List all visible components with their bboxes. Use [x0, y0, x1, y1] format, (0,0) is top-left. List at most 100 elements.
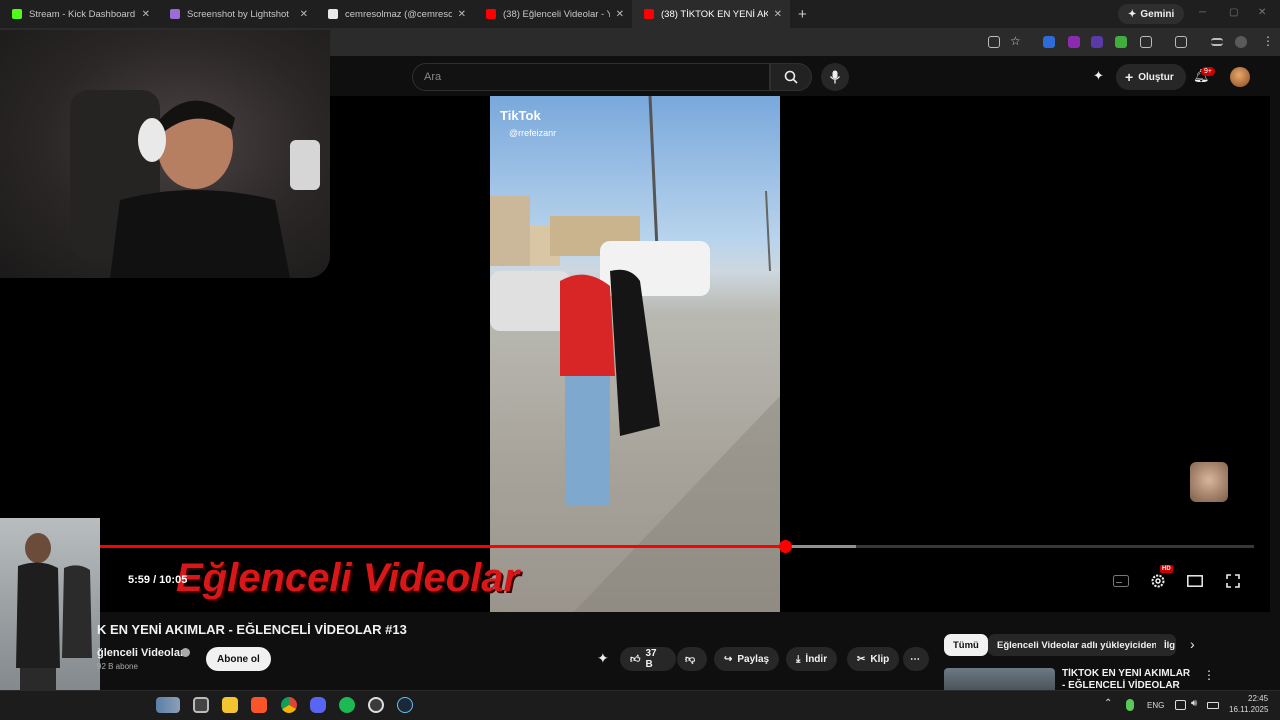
clock-date[interactable]: 16.11.2025: [1229, 705, 1268, 714]
extensions-puzzle-icon[interactable]: [1140, 36, 1152, 48]
tray-chevron-icon[interactable]: ⌃: [1104, 698, 1112, 709]
chip-all[interactable]: Tümü: [944, 634, 988, 656]
fullscreen-icon[interactable]: [1225, 573, 1241, 589]
create-label: Oluştur: [1138, 71, 1174, 83]
extension-violet-icon[interactable]: [1091, 36, 1103, 48]
tab-title: Stream - Kick Dashboard: [29, 8, 136, 20]
chip-related[interactable]: İlg: [1156, 634, 1176, 656]
brave-browser-icon[interactable]: [251, 697, 267, 713]
language-indicator[interactable]: ENG: [1147, 701, 1164, 710]
like-count: 37 B: [645, 648, 657, 670]
tiktok-username: @rrefeizanr: [509, 128, 557, 138]
avatar[interactable]: [1230, 67, 1250, 87]
menu-dots-icon[interactable]: ⋮: [1262, 34, 1274, 48]
recommendation-title[interactable]: TİKTOK EN YENİ AKIMLAR - EĞLENCELİ VİDEO…: [1062, 668, 1192, 690]
tab-tiktok[interactable]: cemresolmaz (@cemresolm ✕: [316, 0, 474, 28]
more-actions-button[interactable]: ⋯: [903, 647, 929, 671]
more-dots-icon: ⋯: [910, 653, 920, 665]
settings-gear-icon[interactable]: [1150, 573, 1166, 589]
tiktok-brand: TikTok: [500, 108, 541, 123]
hd-badge: HD: [1160, 565, 1173, 573]
search-placeholder: Ara: [424, 71, 442, 83]
recommendation-menu-icon[interactable]: ⋮: [1203, 668, 1215, 682]
tab-title: cemresolmaz (@cemresolm: [345, 8, 452, 20]
lightshot-icon: [170, 9, 180, 19]
recommendation-thumbnail[interactable]: [944, 668, 1055, 690]
clock-time[interactable]: 22:45: [1248, 694, 1268, 703]
chrome-icon[interactable]: [281, 697, 297, 713]
volume-icon[interactable]: 🔊︎: [1191, 698, 1197, 709]
share-button[interactable]: ↪ Paylaş: [714, 647, 780, 671]
download-label: İndir: [805, 653, 828, 665]
clip-button[interactable]: ✂ Klip: [847, 647, 900, 671]
tab-lightshot[interactable]: Screenshot by Lightshot ✕: [158, 0, 316, 28]
create-button[interactable]: + Oluştur: [1116, 64, 1186, 90]
video-frame[interactable]: TikTok @rrefeizanr: [490, 96, 780, 612]
scissors-icon: ✂: [857, 653, 866, 665]
verified-icon: [181, 648, 190, 657]
download-button[interactable]: ⤓ İndir: [786, 647, 838, 671]
search-icon: [784, 70, 798, 84]
widgets-icon[interactable]: [156, 697, 180, 713]
close-window-icon[interactable]: ✕: [1258, 7, 1266, 18]
subscribe-button[interactable]: Abone ol: [206, 647, 271, 671]
discord-icon[interactable]: [310, 697, 326, 713]
steam-icon[interactable]: [397, 697, 413, 713]
download-icon: ⤓: [796, 653, 801, 665]
thumbs-down-icon: 👎︎: [685, 654, 696, 665]
subtitles-icon[interactable]: [1113, 573, 1129, 589]
tab-kick-dashboard[interactable]: Stream - Kick Dashboard ✕: [0, 0, 158, 28]
file-explorer-icon[interactable]: [222, 697, 238, 713]
close-tab-icon[interactable]: ✕: [458, 9, 466, 20]
obs-icon[interactable]: [368, 697, 384, 713]
tab-youtube-channel[interactable]: (38) Eğlenceli Videolar - YouTu ✕: [474, 0, 632, 28]
profile-icon[interactable]: [1235, 36, 1247, 48]
maximize-icon[interactable]: ▢: [1229, 7, 1238, 18]
extension-blue-icon[interactable]: [1043, 36, 1055, 48]
youtube-ai-icon[interactable]: ✦: [1093, 68, 1104, 84]
minimize-icon[interactable]: ─: [1199, 7, 1206, 18]
voice-search-button[interactable]: [821, 63, 849, 91]
progress-played: [100, 545, 785, 548]
battery-icon[interactable]: [1207, 702, 1219, 709]
theater-mode-icon[interactable]: [1187, 573, 1203, 589]
chevron-right-icon[interactable]: ›: [1190, 636, 1195, 652]
youtube-icon: [486, 9, 496, 19]
bookmark-star-icon[interactable]: ☆: [1010, 34, 1022, 48]
microphone-tray-icon[interactable]: [1126, 699, 1134, 711]
webcam-scene: [70, 90, 320, 278]
share-label: Paylaş: [737, 653, 770, 665]
extension-purple-icon[interactable]: [1068, 36, 1080, 48]
close-tab-icon[interactable]: ✕: [774, 9, 782, 20]
chip-from-uploader[interactable]: Eğlenceli Videolar adlı yükleyiciden: [988, 634, 1167, 656]
tab-youtube-video[interactable]: (38) TİKTOK EN YENİ AKIMLAR ✕: [632, 0, 790, 28]
spotify-icon[interactable]: [339, 697, 355, 713]
microphone-icon: [829, 70, 841, 84]
gemini-button[interactable]: ✦ Gemini: [1118, 4, 1185, 24]
close-tab-icon[interactable]: ✕: [300, 9, 308, 20]
tiktok-icon: [328, 9, 338, 19]
media-control-icon[interactable]: [1211, 38, 1223, 46]
network-icon[interactable]: [1175, 700, 1186, 710]
search-input[interactable]: Ara: [412, 63, 770, 91]
notification-badge: 9+: [1201, 67, 1215, 76]
subscribe-label: Abone ol: [217, 653, 260, 665]
extension-green-icon[interactable]: [1115, 36, 1127, 48]
like-button[interactable]: 👍︎ 37 B: [620, 647, 676, 671]
install-app-icon[interactable]: [988, 36, 1000, 48]
browser-tab-strip: Stream - Kick Dashboard ✕ Screenshot by …: [0, 0, 1280, 28]
close-tab-icon[interactable]: ✕: [142, 9, 150, 20]
reaction-overlay: [1190, 462, 1228, 502]
channel-name[interactable]: ğlenceli Videolar: [97, 647, 184, 659]
task-view-icon[interactable]: [193, 697, 209, 713]
chip-label: İlg: [1164, 639, 1176, 651]
progress-scrubber[interactable]: [778, 540, 792, 553]
close-tab-icon[interactable]: ✕: [616, 9, 624, 20]
gemini-label: Gemini: [1140, 8, 1175, 20]
new-tab-button[interactable]: +: [798, 6, 807, 23]
search-button[interactable]: [770, 63, 812, 91]
ai-sparkle-icon[interactable]: ✦: [597, 650, 609, 667]
sparkle-icon: ✦: [1128, 8, 1137, 20]
dislike-button[interactable]: 👎︎: [677, 647, 707, 671]
sidepanel-icon[interactable]: [1175, 36, 1187, 48]
